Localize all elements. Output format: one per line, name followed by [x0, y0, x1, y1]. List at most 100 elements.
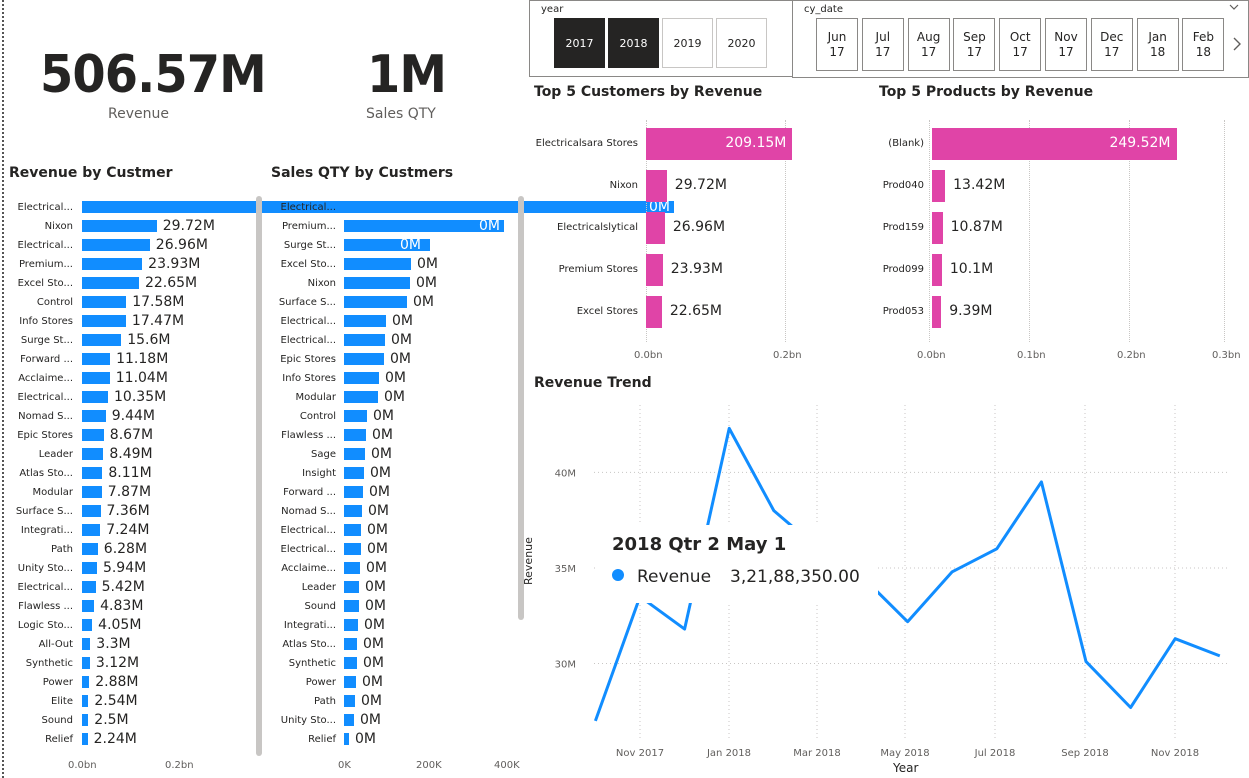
bar[interactable] — [344, 638, 357, 650]
bar-data-label: 0M — [364, 617, 385, 633]
bar[interactable] — [82, 239, 150, 251]
date-option-sep-17[interactable]: Sep 17 — [953, 18, 996, 71]
date-option-feb-18[interactable]: Feb 18 — [1182, 18, 1225, 71]
bar[interactable] — [82, 695, 89, 707]
bar[interactable] — [344, 619, 358, 631]
bar[interactable] — [344, 277, 410, 289]
bar[interactable] — [932, 170, 946, 202]
bar[interactable] — [82, 258, 143, 270]
bar[interactable] — [82, 296, 127, 308]
date-option-month: Feb — [1192, 30, 1215, 44]
bar-data-label: 0M — [373, 408, 394, 424]
bar[interactable] — [82, 676, 90, 688]
bar[interactable] — [82, 410, 106, 422]
bar[interactable] — [82, 562, 97, 574]
bar[interactable] — [932, 296, 942, 328]
bar[interactable] — [344, 372, 379, 384]
bar[interactable] — [82, 353, 111, 365]
tooltip-title: 2018 Qtr 2 May 1 — [612, 534, 787, 555]
date-option-jan-18[interactable]: Jan 18 — [1136, 18, 1179, 71]
bar[interactable] — [344, 410, 367, 422]
bar[interactable] — [344, 258, 411, 270]
bar-data-label: 0M — [391, 332, 412, 348]
bar-label: Electrical... — [17, 392, 74, 403]
bar-data-label: 10.35M — [114, 389, 167, 405]
x-axis-tick: 0.0bn — [634, 350, 663, 361]
bar[interactable] — [646, 254, 663, 286]
bar[interactable] — [82, 220, 157, 232]
bar[interactable] — [82, 524, 101, 536]
date-option-month: Jul — [875, 30, 891, 44]
date-option-nov-17[interactable]: Nov 17 — [1045, 18, 1087, 71]
bar[interactable] — [344, 562, 360, 574]
bar[interactable] — [82, 505, 101, 517]
bar[interactable] — [344, 296, 407, 308]
bar[interactable] — [344, 505, 362, 517]
bar[interactable] — [82, 315, 126, 327]
bar[interactable] — [932, 254, 942, 286]
bar[interactable] — [646, 170, 667, 202]
bar[interactable] — [344, 334, 385, 346]
year-option-2017[interactable]: 2017 — [554, 18, 605, 68]
bar[interactable] — [344, 524, 361, 536]
bar-label: Power — [42, 677, 73, 688]
date-option-jul-17[interactable]: Jul 17 — [861, 18, 904, 71]
bar[interactable] — [344, 714, 354, 726]
bar[interactable] — [344, 657, 357, 669]
chevron-right-icon[interactable] — [1232, 36, 1242, 55]
bar-data-label: 2.24M — [93, 731, 137, 747]
bar[interactable] — [82, 638, 91, 650]
bar-data-label: 11.04M — [115, 370, 168, 386]
date-option-oct-17[interactable]: Oct 17 — [999, 18, 1042, 71]
date-slicer-title: cy_date — [804, 4, 843, 15]
bar[interactable] — [344, 467, 364, 479]
date-option-month: Jan — [1148, 30, 1167, 44]
year-option-2020[interactable]: 2020 — [716, 18, 767, 68]
bar[interactable] — [344, 676, 356, 688]
date-option-aug-17[interactable]: Aug 17 — [907, 18, 950, 71]
bar-label: Atlas Sto... — [19, 468, 73, 479]
date-option-year: 17 — [966, 45, 983, 59]
bar[interactable] — [344, 543, 361, 555]
bar[interactable] — [82, 733, 88, 745]
year-option-2018[interactable]: 2018 — [608, 18, 659, 68]
bar[interactable] — [82, 657, 90, 669]
bar[interactable] — [82, 277, 139, 289]
bar[interactable] — [82, 391, 109, 403]
bar[interactable] — [344, 695, 355, 707]
bar-data-label: 0M — [371, 446, 392, 462]
bar[interactable] — [646, 212, 665, 244]
year-option-2019[interactable]: 2019 — [662, 18, 713, 68]
bar-data-label: 5.42M — [101, 579, 145, 595]
date-option-dec-17[interactable]: Dec 17 — [1090, 18, 1133, 71]
bar[interactable] — [932, 212, 943, 244]
bar-label: Info Stores — [282, 373, 336, 384]
bar[interactable] — [344, 600, 359, 612]
bar[interactable] — [82, 486, 102, 498]
y-axis-tick: 40M — [555, 468, 576, 479]
bar-label: Sound — [304, 601, 337, 612]
bar[interactable] — [82, 334, 122, 346]
bar[interactable] — [82, 372, 110, 384]
bar[interactable] — [344, 315, 386, 327]
bar-label: Excel Sto... — [17, 278, 73, 289]
bar[interactable] — [82, 600, 95, 612]
bar[interactable] — [82, 543, 98, 555]
bar[interactable] — [82, 581, 96, 593]
bar[interactable] — [82, 467, 103, 479]
bar-label: Nixon — [609, 180, 638, 191]
bar[interactable] — [344, 429, 366, 441]
bar[interactable] — [82, 619, 93, 631]
bar[interactable] — [82, 429, 104, 441]
bar[interactable] — [344, 581, 359, 593]
bar[interactable] — [82, 448, 104, 460]
bar[interactable] — [344, 486, 363, 498]
bar[interactable] — [646, 296, 662, 328]
bar[interactable] — [344, 733, 349, 745]
chevron-down-icon[interactable] — [1229, 3, 1239, 14]
bar[interactable] — [344, 353, 384, 365]
bar[interactable] — [344, 448, 365, 460]
bar[interactable] — [344, 391, 378, 403]
bar[interactable] — [82, 714, 89, 726]
date-option-jun-17[interactable]: Jun 17 — [816, 18, 858, 71]
